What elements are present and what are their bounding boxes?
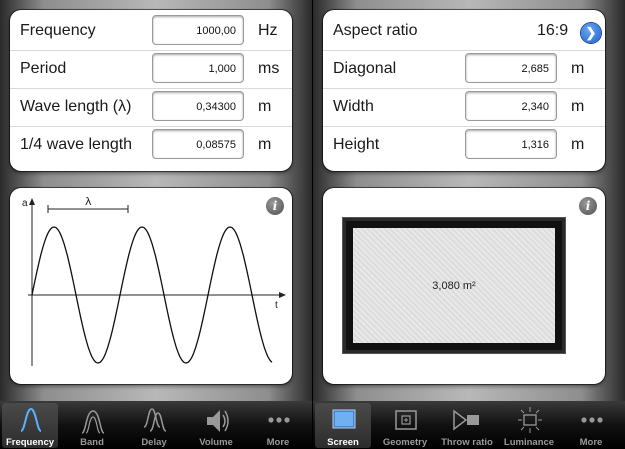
tab-more-label: More [266, 437, 290, 448]
aspect-ratio-value: 16:9 [537, 22, 569, 39]
aspect-ratio-row[interactable]: Aspect ratio 16:9 ❯ [323, 12, 605, 50]
screen-preview: 3,080 m² [343, 218, 565, 353]
tab-screen[interactable]: Screen [315, 403, 371, 448]
screen-icon [332, 409, 356, 429]
period-row: Period 1,000 ms [10, 50, 292, 88]
speaker-icon [207, 410, 229, 432]
band-filter-icon [81, 410, 105, 434]
diagonal-unit: m [571, 60, 585, 77]
y-axis-arrow [29, 198, 35, 205]
tab-luminance-label: Luminance [503, 437, 555, 448]
screen-area-value: 3,080 m² [432, 280, 476, 292]
tab-throw-ratio-label: Throw ratio [441, 437, 493, 448]
tab-bar: Frequency Band Delay Volume More [0, 401, 312, 449]
diagonal-row: Diagonal 2,685 m [323, 50, 605, 88]
tab-screen-label: Screen [327, 437, 359, 448]
tab-volume-label: Volume [199, 437, 233, 448]
tab-geometry[interactable]: Geometry [377, 403, 433, 448]
tab-more[interactable]: More [250, 403, 306, 448]
tab-throw-ratio[interactable]: Throw ratio [439, 403, 495, 448]
tab-band-label: Band [80, 437, 104, 448]
tab-delay[interactable]: Delay [126, 403, 182, 448]
chevron-right-icon[interactable]: ❯ [581, 23, 601, 43]
wavelength-symbol: λ [85, 195, 92, 208]
screen-surface: 3,080 m² [353, 228, 555, 343]
geometry-icon [395, 410, 417, 430]
frequency-input[interactable]: 1000,00 [152, 15, 244, 45]
screen-preview-panel: i 3,080 m² [323, 188, 605, 384]
frequency-label: Frequency [20, 22, 96, 39]
projector-icon [453, 409, 479, 431]
luminance-icon [518, 407, 542, 433]
quarter-wavelength-input[interactable]: 0,08575 [152, 129, 244, 159]
y-axis-label: a [22, 198, 28, 209]
tab-bar: Screen Geometry Throw ratio Luminance Mo… [313, 401, 625, 449]
width-label: Width [333, 98, 374, 115]
x-axis-label: t [275, 300, 278, 311]
frequency-screen: Frequency 1000,00 Hz Period 1,000 ms Wav… [0, 0, 312, 449]
frequency-calculator-panel: Frequency 1000,00 Hz Period 1,000 ms Wav… [10, 10, 292, 171]
tab-frequency-label: Frequency [5, 437, 55, 448]
diagonal-input[interactable]: 2,685 [465, 53, 557, 83]
quarter-wavelength-row: 1/4 wave length 0,08575 m [10, 126, 292, 164]
aspect-ratio-label: Aspect ratio [333, 22, 418, 39]
screen-calculator-panel: Aspect ratio 16:9 ❯ Diagonal 2,685 m Wid… [323, 10, 605, 171]
wavelength-label: Wave length (λ) [20, 98, 132, 115]
tab-frequency[interactable]: Frequency [2, 403, 58, 448]
tab-luminance[interactable]: Luminance [501, 403, 557, 448]
sine-wave-graph: a t λ [22, 195, 286, 366]
tab-volume[interactable]: Volume [188, 403, 244, 448]
quarter-wavelength-label: 1/4 wave length [20, 136, 133, 153]
height-unit: m [571, 136, 585, 153]
height-input[interactable]: 1,316 [465, 129, 557, 159]
wavelength-unit: m [258, 98, 272, 115]
more-dots-icon [268, 417, 290, 423]
screen-size-screen: Aspect ratio 16:9 ❯ Diagonal 2,685 m Wid… [313, 0, 625, 449]
tab-band[interactable]: Band [64, 403, 120, 448]
quarter-wavelength-unit: m [258, 136, 272, 153]
tab-more-label: More [579, 437, 603, 448]
period-input[interactable]: 1,000 [152, 53, 244, 83]
wavelength-input[interactable]: 0,34300 [152, 91, 244, 121]
height-label: Height [333, 136, 380, 153]
tab-delay-label: Delay [141, 437, 167, 448]
info-icon[interactable]: i [579, 197, 597, 215]
width-row: Width 2,340 m [323, 88, 605, 126]
tab-more[interactable]: More [563, 403, 619, 448]
width-unit: m [571, 98, 585, 115]
diagonal-label: Diagonal [333, 60, 397, 77]
period-unit: ms [258, 60, 280, 77]
height-row: Height 1,316 m [323, 126, 605, 164]
more-dots-icon [581, 417, 603, 423]
frequency-row: Frequency 1000,00 Hz [10, 12, 292, 50]
sine-wave-icon [20, 407, 42, 432]
wavelength-row: Wave length (λ) 0,34300 m [10, 88, 292, 126]
frequency-unit: Hz [258, 22, 278, 39]
waveform-panel: i a t λ [10, 188, 292, 384]
x-axis-arrow [279, 292, 286, 298]
delay-icon [143, 408, 167, 432]
width-input[interactable]: 2,340 [465, 91, 557, 121]
tab-geometry-label: Geometry [382, 437, 428, 448]
period-label: Period [20, 60, 67, 77]
